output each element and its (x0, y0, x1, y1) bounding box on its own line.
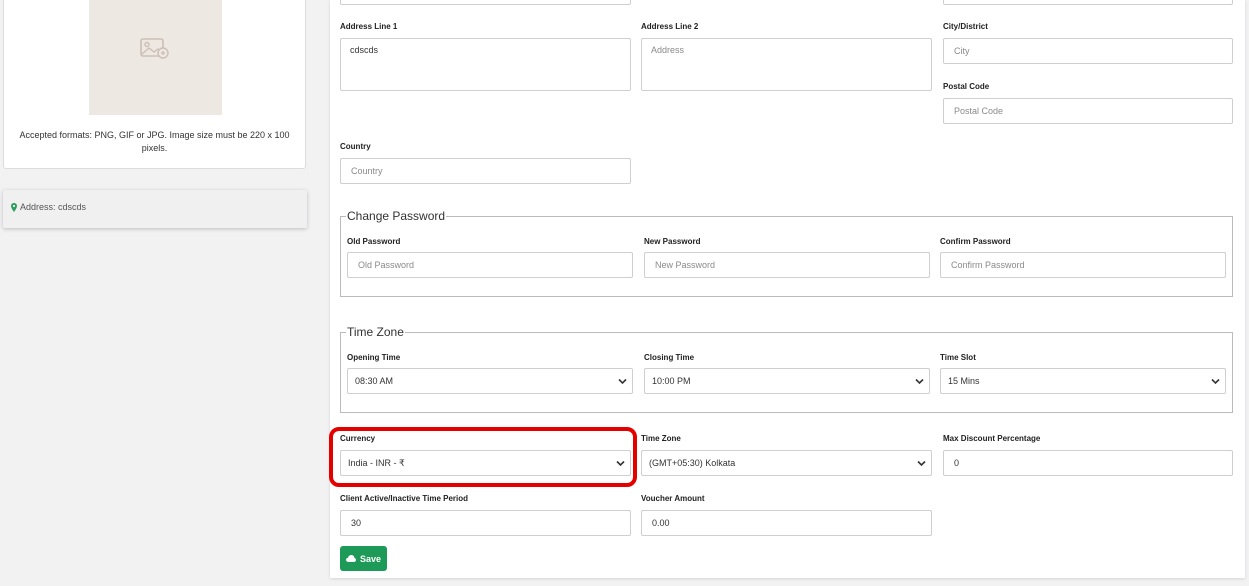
chevron-down-icon (917, 460, 926, 467)
currency-highlight-annotation (329, 427, 637, 487)
address-summary-text: Address: cdscds (20, 202, 87, 212)
time-zone-label: Time Zone (641, 434, 681, 443)
voucher-amount-label: Voucher Amount (641, 494, 705, 503)
map-marker-icon (11, 202, 17, 212)
address-line2-textarea[interactable]: Address (641, 38, 932, 91)
time-slot-label: Time Slot (940, 353, 976, 362)
postal-code-label: Postal Code (943, 82, 990, 91)
address-line1-label: Address Line 1 (340, 22, 398, 31)
new-password-input[interactable]: New Password (644, 252, 930, 278)
closing-time-value: 10:00 PM (652, 376, 691, 386)
max-discount-label: Max Discount Percentage (943, 434, 1041, 443)
time-slot-value: 15 Mins (948, 376, 980, 386)
opening-time-label: Opening Time (347, 353, 401, 362)
old-password-input[interactable]: Old Password (347, 252, 633, 278)
clipped-input-right[interactable] (943, 0, 1233, 5)
address-summary-card: Address: cdscds (3, 190, 307, 228)
chevron-down-icon (915, 378, 924, 385)
clipped-input-left[interactable] (340, 0, 631, 5)
client-period-input[interactable]: 30 (340, 510, 631, 536)
client-period-label: Client Active/Inactive Time Period (340, 494, 469, 503)
time-slot-select[interactable]: 15 Mins (940, 368, 1226, 394)
old-password-label: Old Password (347, 237, 401, 246)
new-password-label: New Password (644, 237, 701, 246)
time-zone-legend: Time Zone (346, 325, 405, 339)
closing-time-label: Closing Time (644, 353, 695, 362)
closing-time-select[interactable]: 10:00 PM (644, 368, 930, 394)
address-line1-textarea[interactable]: cdscds (340, 38, 631, 91)
country-input[interactable]: Country (340, 158, 631, 184)
logo-upload-card: Accepted formats: PNG, GIF or JPG. Image… (3, 0, 306, 169)
confirm-password-label: Confirm Password (940, 237, 1011, 246)
confirm-password-input[interactable]: Confirm Password (940, 252, 1226, 278)
chevron-down-icon (618, 378, 627, 385)
time-zone-select[interactable]: (GMT+05:30) Kolkata (641, 450, 932, 476)
save-button-label: Save (359, 553, 382, 564)
cloud-upload-icon (345, 555, 356, 562)
city-input[interactable]: City (943, 38, 1233, 64)
country-label: Country (340, 142, 371, 151)
max-discount-input[interactable]: 0 (943, 450, 1233, 476)
chevron-down-icon (1211, 378, 1220, 385)
voucher-amount-input[interactable]: 0.00 (641, 510, 932, 536)
address-line2-label: Address Line 2 (641, 22, 699, 31)
city-label: City/District (943, 22, 988, 31)
opening-time-select[interactable]: 08:30 AM (347, 368, 633, 394)
postal-code-input[interactable]: Postal Code (943, 98, 1233, 124)
logo-upload-area[interactable] (89, 0, 222, 115)
image-placeholder-icon (140, 38, 169, 59)
settings-form-panel: Address Line 1 cdscds Address Line 2 Add… (330, 0, 1245, 578)
change-password-legend: Change Password (346, 209, 447, 223)
logo-format-note: Accepted formats: PNG, GIF or JPG. Image… (19, 130, 290, 153)
time-zone-value: (GMT+05:30) Kolkata (649, 458, 736, 468)
opening-time-value: 08:30 AM (355, 376, 394, 386)
save-button[interactable]: Save (340, 546, 387, 571)
